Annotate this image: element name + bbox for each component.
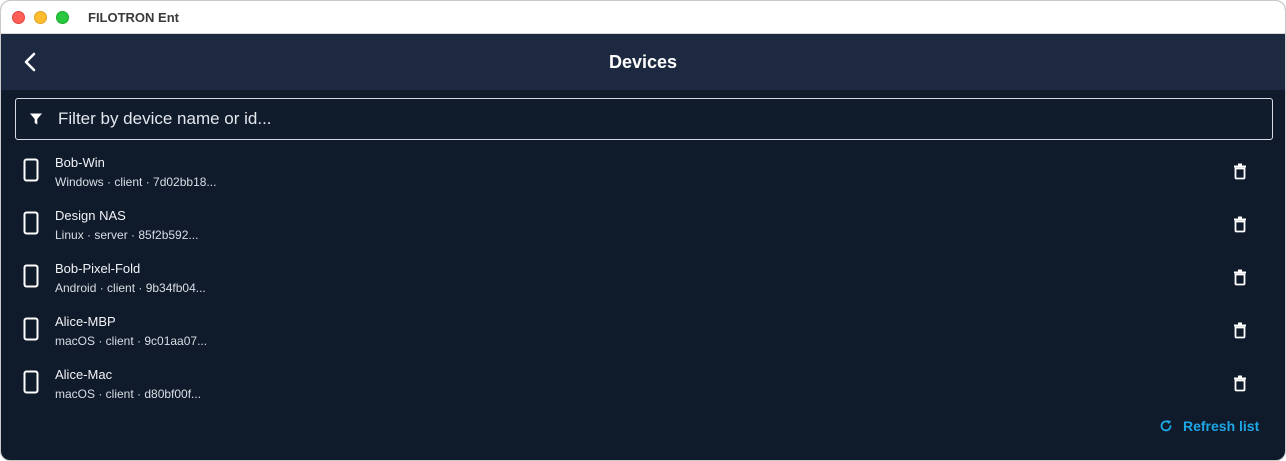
trash-icon <box>1234 216 1246 233</box>
device-list: Bob-Win Windows · client · 7d02bb18... D… <box>1 143 1285 408</box>
delete-device-button[interactable] <box>1231 374 1249 392</box>
trash-icon <box>1234 269 1246 286</box>
trash-icon <box>1234 375 1246 392</box>
delete-device-button[interactable] <box>1231 268 1249 286</box>
device-name: Design NAS <box>55 208 126 223</box>
device-name: Alice-Mac <box>55 367 113 382</box>
phone-icon <box>23 264 39 288</box>
filter-box <box>15 98 1273 140</box>
device-meta: macOS · client · 9c01aa07... <box>55 334 208 348</box>
window-title: FILOTRON Ent <box>88 10 179 25</box>
device-meta: macOS · client · d80bf00f... <box>55 387 202 401</box>
device-name: Alice-MBP <box>55 314 116 329</box>
page-header: Devices <box>1 34 1285 90</box>
delete-device-button[interactable] <box>1231 321 1249 339</box>
title-bar: FILOTRON Ent <box>1 1 1285 34</box>
app-window: FILOTRON Ent Devices Bob-Win Windows · c… <box>0 0 1286 461</box>
maximize-window-button[interactable] <box>56 11 69 24</box>
device-row[interactable]: Alice-MBP macOS · client · 9c01aa07... <box>1 302 1285 355</box>
device-row[interactable]: Design NAS Linux · server · 85f2b592... <box>1 196 1285 249</box>
device-meta: Linux · server · 85f2b592... <box>55 228 199 242</box>
phone-icon <box>23 370 39 394</box>
page-title: Devices <box>608 52 678 72</box>
delete-device-button[interactable] <box>1231 215 1249 233</box>
minimize-window-button[interactable] <box>34 11 47 24</box>
delete-device-button[interactable] <box>1231 162 1249 180</box>
device-row[interactable]: Alice-Mac macOS · client · d80bf00f... <box>1 355 1285 408</box>
device-meta: Windows · client · 7d02bb18... <box>55 175 217 189</box>
close-window-button[interactable] <box>12 11 25 24</box>
phone-icon <box>23 211 39 235</box>
filter-icon <box>30 113 42 125</box>
filter-input[interactable] <box>58 99 1258 139</box>
trash-icon <box>1234 322 1246 339</box>
refresh-list-label: Refresh list <box>1183 418 1260 434</box>
refresh-list-button[interactable]: Refresh list <box>1159 416 1259 436</box>
trash-icon <box>1234 163 1246 180</box>
device-name: Bob-Pixel-Fold <box>55 261 141 276</box>
phone-icon <box>23 317 39 341</box>
phone-icon <box>23 158 39 182</box>
refresh-icon <box>1160 420 1172 432</box>
device-name: Bob-Win <box>55 155 105 170</box>
device-meta: Android · client · 9b34fb04... <box>55 281 206 295</box>
device-row[interactable]: Bob-Win Windows · client · 7d02bb18... <box>1 143 1285 196</box>
device-row[interactable]: Bob-Pixel-Fold Android · client · 9b34fb… <box>1 249 1285 302</box>
